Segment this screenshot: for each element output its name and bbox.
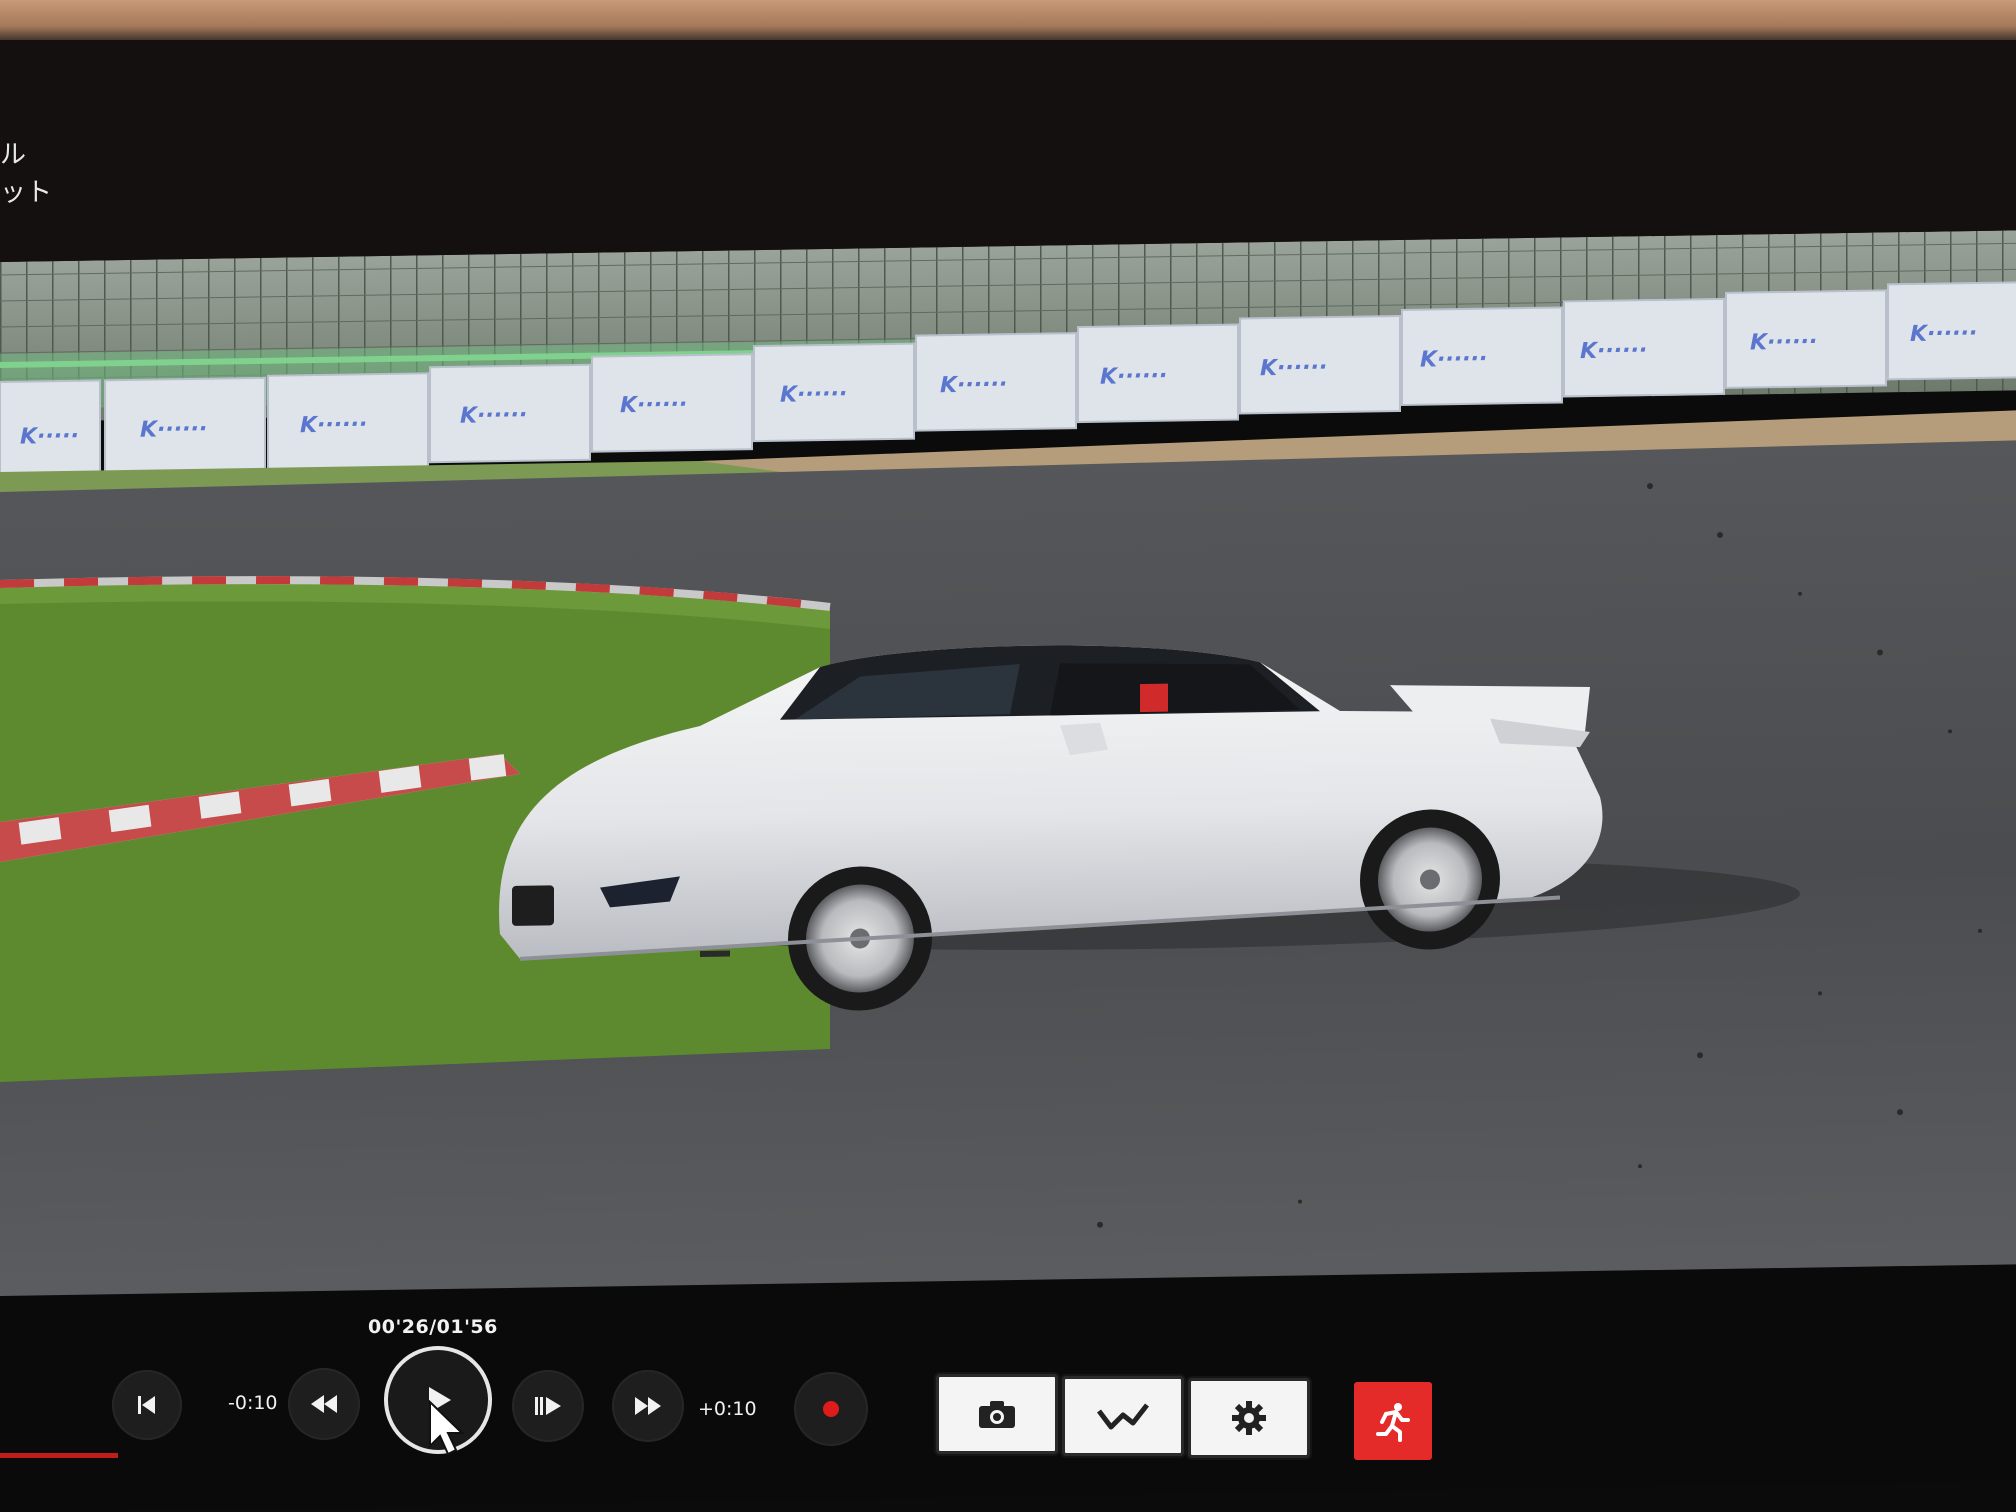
telemetry-graph-icon <box>1097 1403 1149 1430</box>
skip-to-start-icon <box>138 1396 155 1414</box>
photo-mode-button[interactable] <box>936 1374 1058 1454</box>
record-icon <box>823 1401 839 1417</box>
frame-advance-button[interactable] <box>512 1370 584 1442</box>
skip-to-start-button[interactable] <box>112 1370 182 1440</box>
telemetry-button[interactable] <box>1062 1376 1184 1456</box>
camera-icon <box>979 1401 1015 1428</box>
fast-forward-icon <box>635 1397 661 1415</box>
rewind-icon <box>311 1395 337 1413</box>
replay-control-bar: 00'26/01'56 -0:10 +0:10 <box>0 0 2016 1512</box>
record-button[interactable] <box>794 1372 868 1446</box>
mouse-cursor-icon <box>429 1400 465 1456</box>
settings-button[interactable] <box>1188 1378 1310 1458</box>
rewind-button[interactable] <box>288 1368 360 1440</box>
fast-forward-button[interactable] <box>612 1370 684 1442</box>
rewind-step-label: -0:10 <box>228 1392 278 1414</box>
forward-step-label: +0:10 <box>698 1398 757 1420</box>
elapsed-time: 00'26/01'56 <box>368 1316 498 1338</box>
gear-icon <box>1232 1401 1266 1435</box>
exit-replay-button[interactable] <box>1354 1382 1432 1460</box>
frame-advance-icon <box>535 1397 561 1415</box>
running-exit-icon <box>1376 1403 1410 1442</box>
